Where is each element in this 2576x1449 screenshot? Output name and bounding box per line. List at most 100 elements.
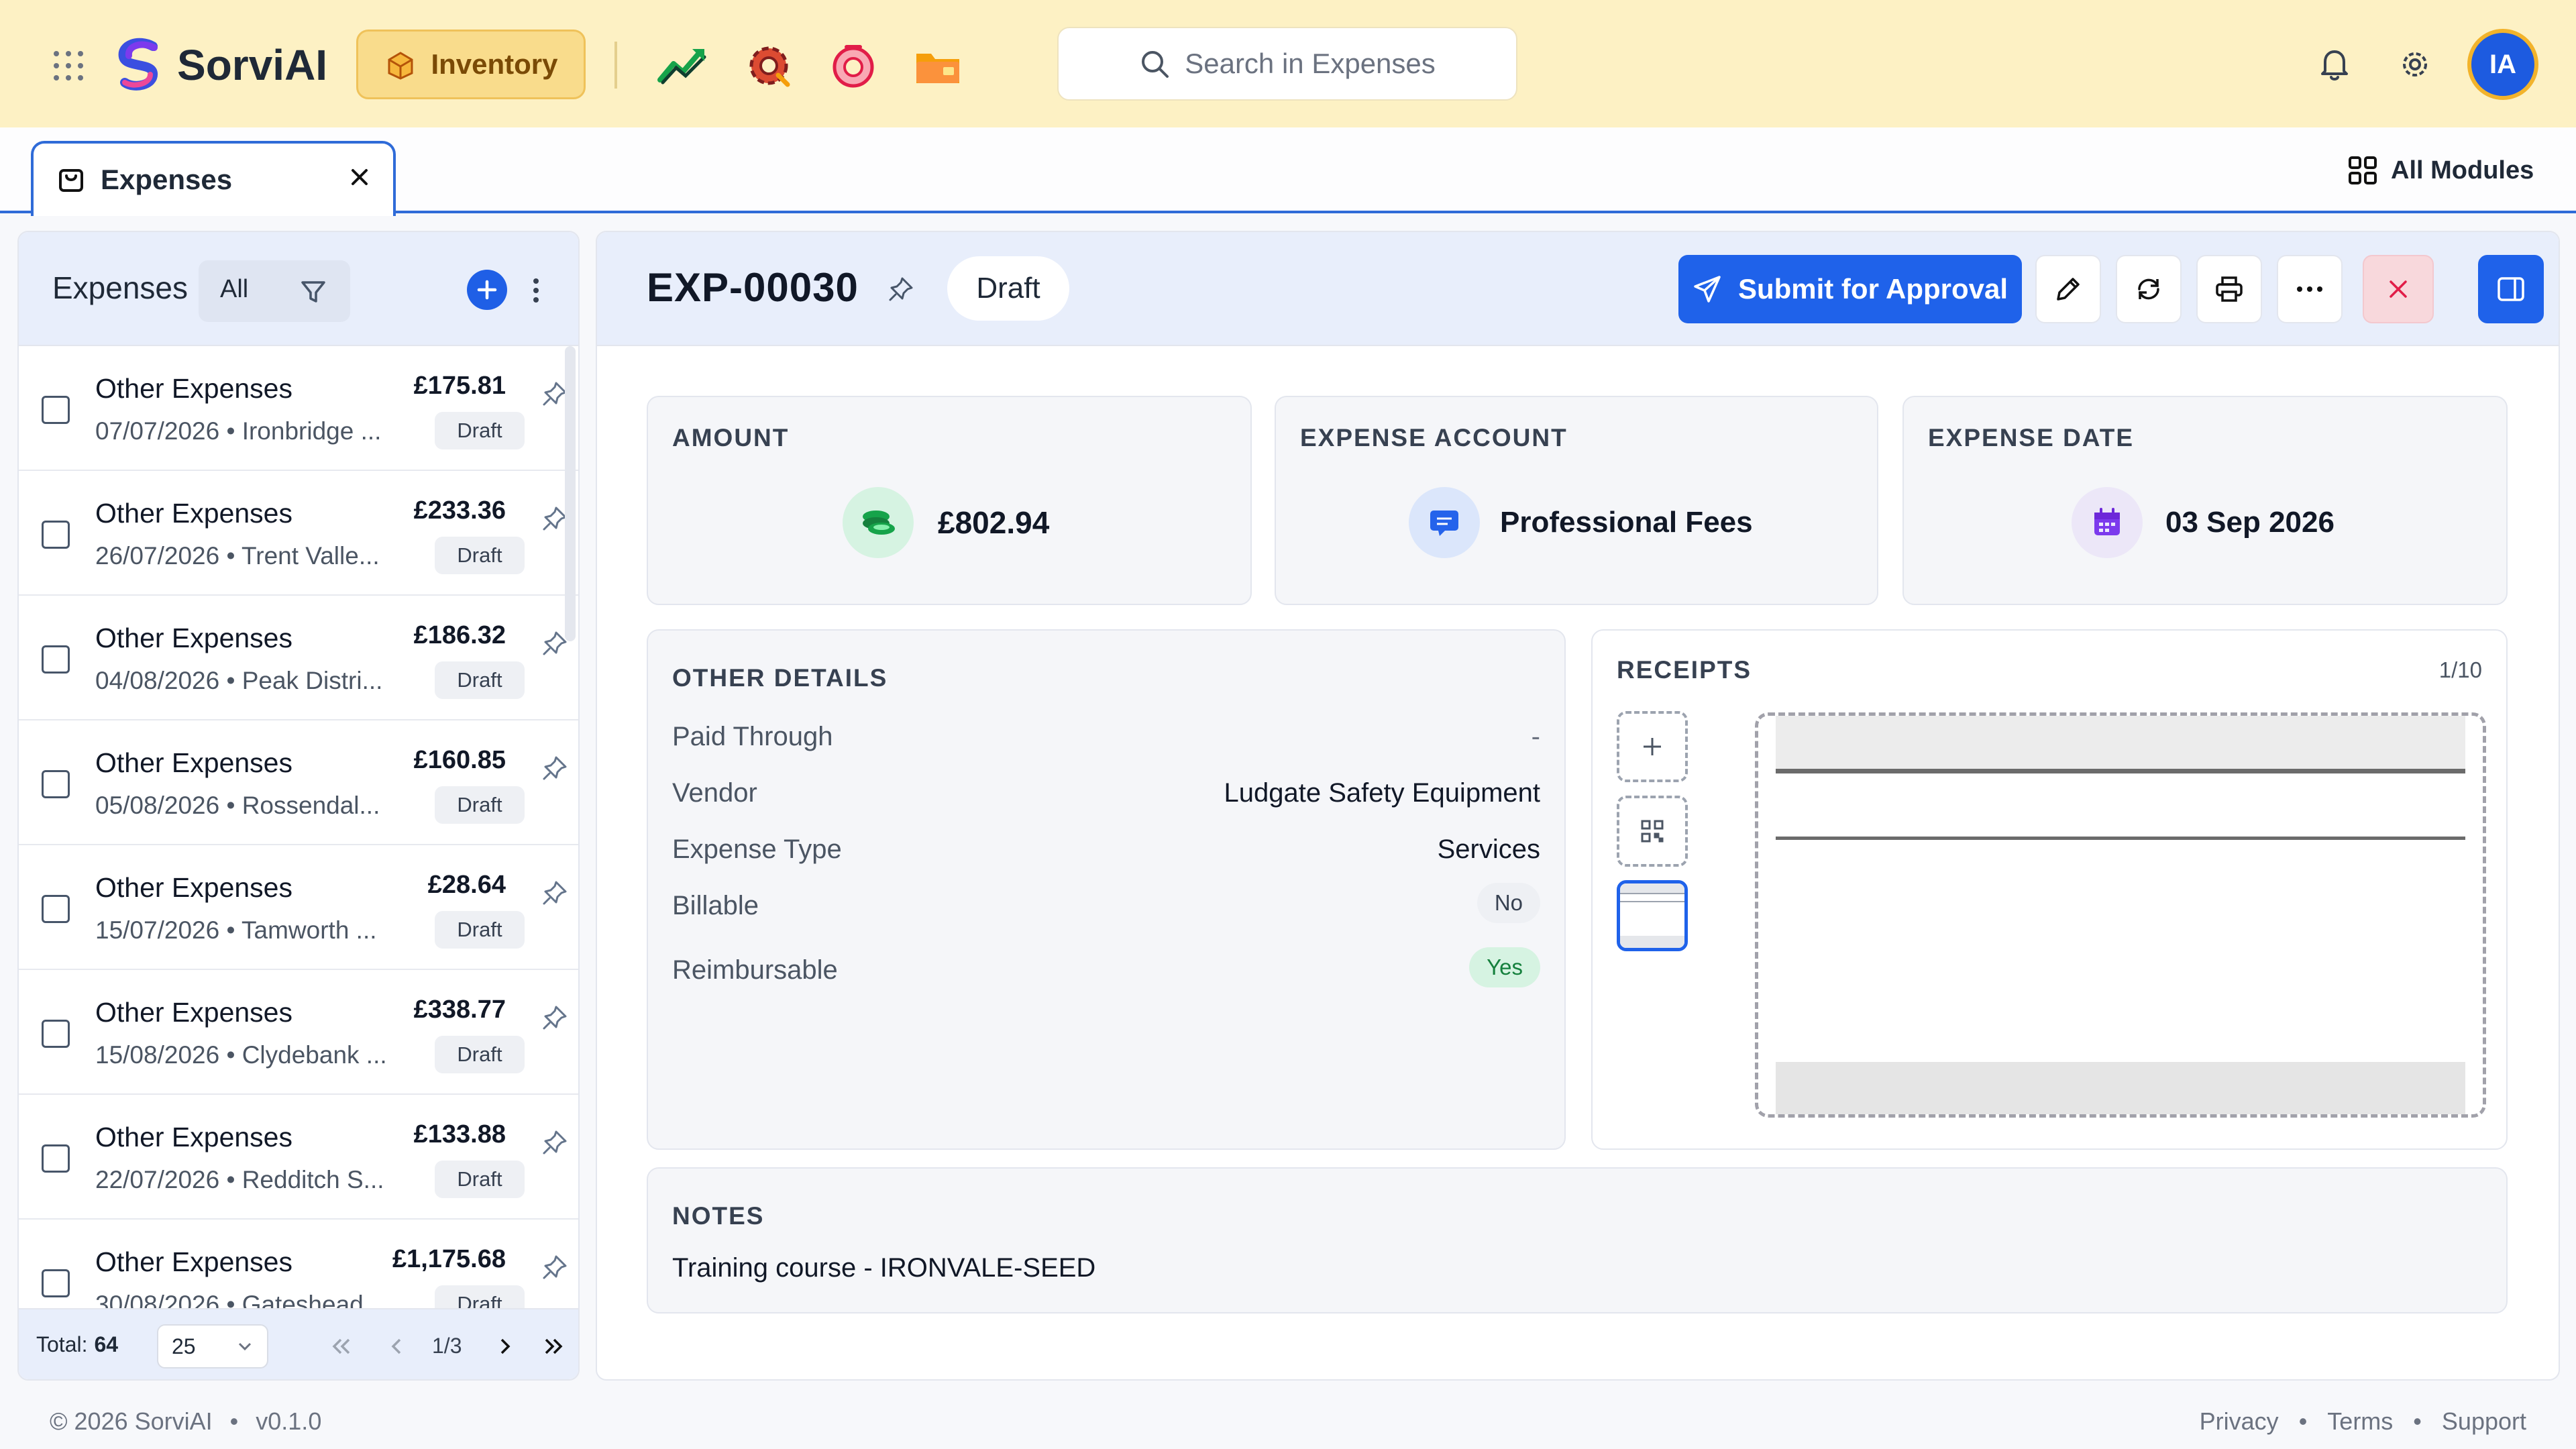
close-detail-button[interactable] (2363, 255, 2434, 323)
account-caption: EXPENSE ACCOUNT (1300, 424, 1568, 451)
list-item[interactable]: Other Expenses £233.36 26/07/2026 • Trent … (19, 471, 578, 596)
filter-funnel-icon[interactable] (297, 275, 330, 309)
printer-icon (2216, 276, 2243, 302)
topbar-divider (614, 42, 617, 89)
app-grid-icon[interactable] (52, 50, 85, 82)
print-button[interactable] (2196, 255, 2262, 323)
submit-label: Submit for Approval (1737, 273, 2008, 305)
row-pin-icon[interactable] (539, 1252, 570, 1283)
scan-qr-button[interactable] (1617, 796, 1688, 867)
bell-icon[interactable] (2316, 46, 2353, 83)
first-page-icon[interactable] (325, 1330, 358, 1363)
plus-icon (477, 280, 497, 300)
row-pin-icon[interactable] (539, 1002, 570, 1033)
thumb-header (1620, 883, 1684, 894)
next-page-icon[interactable] (488, 1330, 522, 1363)
expense-date-card: EXPENSE DATE 03 Sep 2026 (1902, 396, 2508, 605)
row-subtitle: 07/07/2026 • Ironbridge ... (95, 417, 382, 445)
refresh-icon (2138, 278, 2159, 300)
row-checkbox[interactable] (42, 1269, 70, 1297)
list-item[interactable]: Other Expenses £338.77 15/08/2026 • Clydeb… (19, 970, 578, 1095)
inventory-module-button[interactable]: Inventory (356, 30, 586, 99)
terms-link[interactable]: Terms (2327, 1407, 2393, 1436)
ellipsis-icon (2297, 286, 2322, 292)
version-text: v0.1.0 (256, 1407, 322, 1435)
tab-expenses[interactable]: Expenses (31, 141, 396, 216)
trend-chart-icon[interactable] (657, 43, 708, 87)
folder-icon[interactable] (911, 42, 965, 90)
date-value: 03 Sep 2026 (2165, 506, 2334, 539)
row-checkbox[interactable] (42, 645, 70, 674)
row-subtitle: 15/08/2026 • Clydebank ... (95, 1041, 387, 1069)
more-actions-button[interactable] (2277, 255, 2343, 323)
row-subtitle: 15/07/2026 • Tamworth ... (95, 916, 377, 944)
vendor-value: Ludgate Safety Equipment (1224, 778, 1540, 808)
amount-caption: AMOUNT (672, 424, 790, 451)
row-amount: £133.88 (413, 1120, 506, 1148)
settings-gear-icon[interactable] (2396, 46, 2434, 83)
refresh-button[interactable] (2116, 255, 2182, 323)
reimbursable-badge: Yes (1469, 947, 1540, 987)
list-item[interactable]: Other Expenses £160.85 05/08/2026 • Rossen… (19, 720, 578, 845)
row-subtitle: 26/07/2026 • Trent Valle... (95, 542, 380, 570)
expense-account-card: EXPENSE ACCOUNT Professional Fees (1275, 396, 1878, 605)
list-more-icon[interactable] (526, 272, 546, 309)
row-name: Other Expenses (95, 1246, 292, 1277)
row-checkbox[interactable] (42, 1020, 70, 1048)
list-scrollbar[interactable] (565, 346, 576, 641)
expense-type-value: Services (1437, 835, 1540, 864)
row-checkbox[interactable] (42, 1144, 70, 1173)
list-item[interactable]: Other Expenses £28.64 15/07/2026 • Tamwort… (19, 845, 578, 970)
search-box[interactable]: Search in Expenses (1057, 27, 1517, 101)
filter-all-button[interactable]: All (220, 275, 248, 304)
row-pin-icon[interactable] (539, 1127, 570, 1158)
gear-cog-icon[interactable] (742, 39, 796, 93)
receipt-thumbnail[interactable] (1617, 880, 1688, 951)
chevron-down-icon (238, 1342, 252, 1351)
submit-for-approval-button[interactable]: Submit for Approval (1678, 255, 2022, 323)
support-link[interactable]: Support (2442, 1407, 2526, 1436)
pin-icon[interactable] (884, 272, 918, 306)
row-status-badge: Draft (435, 911, 525, 949)
reimbursable-label: Reimbursable (672, 955, 838, 985)
page-indicator: 1/3 (432, 1334, 462, 1358)
footer-separator: • (2298, 1407, 2308, 1435)
close-tab-icon[interactable] (346, 164, 373, 191)
row-checkbox[interactable] (42, 895, 70, 923)
add-expense-button[interactable] (467, 270, 507, 310)
vendor-label: Vendor (672, 778, 757, 808)
list-header: Expenses All (19, 232, 578, 346)
row-checkbox[interactable] (42, 521, 70, 549)
list-item[interactable]: Other Expenses £175.81 07/07/2026 • Ironbr… (19, 346, 578, 471)
page-size-select[interactable]: 25 (157, 1324, 268, 1368)
lifebuoy-icon[interactable] (826, 39, 880, 93)
top-bar: SorviAI Inventory Search in Expenses IA (0, 0, 2576, 127)
list-item[interactable]: Other Expenses £186.32 04/08/2026 • Peak D… (19, 596, 578, 720)
pencil-icon (2057, 278, 2080, 301)
row-amount: £233.36 (413, 496, 506, 525)
list-item[interactable]: Other Expenses £133.88 22/07/2026 • Reddit… (19, 1095, 578, 1220)
row-pin-icon[interactable] (539, 877, 570, 908)
last-page-icon[interactable] (537, 1330, 570, 1363)
amount-card: AMOUNT £802.94 (647, 396, 1252, 605)
all-modules-button[interactable]: All Modules (2348, 153, 2534, 188)
footer-separator: • (229, 1407, 239, 1435)
edit-button[interactable] (2035, 255, 2101, 323)
receipt-preview[interactable] (1755, 712, 2486, 1118)
brand-logo[interactable]: SorviAI (111, 35, 327, 95)
toggle-panel-button[interactable] (2478, 255, 2544, 323)
search-icon (1142, 51, 1169, 78)
inventory-label: Inventory (431, 48, 558, 80)
copyright-text: © 2026 SorviAI (50, 1407, 213, 1435)
add-receipt-button[interactable] (1617, 711, 1688, 782)
row-amount: £1,175.68 (392, 1245, 506, 1273)
all-modules-label: All Modules (2391, 156, 2534, 184)
row-checkbox[interactable] (42, 770, 70, 798)
row-checkbox[interactable] (42, 396, 70, 424)
prev-page-icon[interactable] (380, 1330, 413, 1363)
user-avatar[interactable]: IA (2467, 29, 2538, 100)
row-subtitle: 22/07/2026 • Redditch S... (95, 1166, 384, 1193)
privacy-link[interactable]: Privacy (2200, 1407, 2279, 1436)
page-footer-links: Privacy • Terms • Support (2200, 1407, 2526, 1436)
row-pin-icon[interactable] (539, 753, 570, 784)
